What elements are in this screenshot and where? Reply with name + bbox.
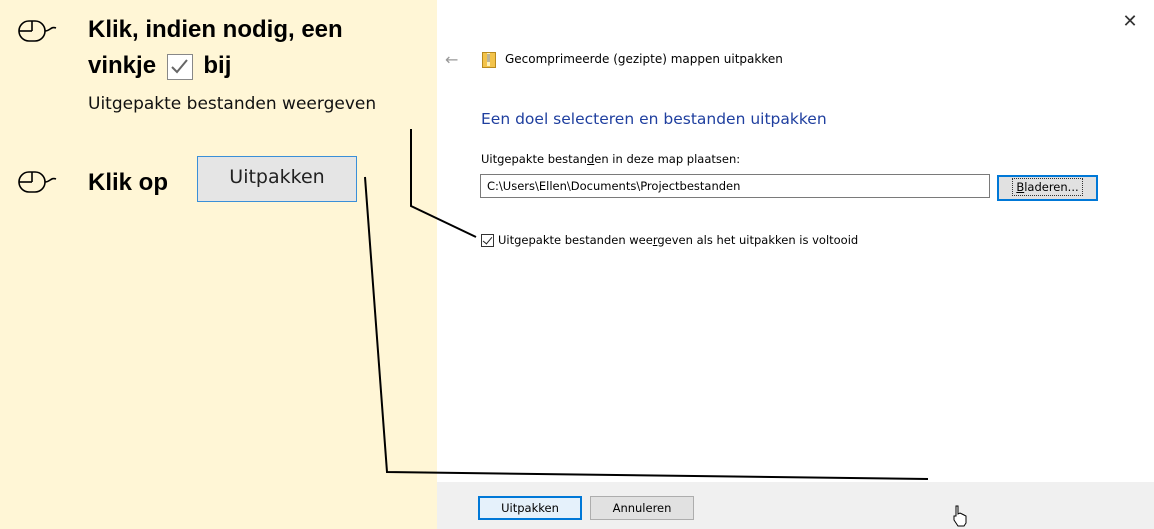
path-label-pre: Uitgepakte bestan xyxy=(481,152,587,166)
checkmark-icon xyxy=(171,59,188,74)
cancel-button[interactable]: Annuleren xyxy=(590,496,694,520)
step1-vinkje-text: vinkje xyxy=(88,52,157,79)
path-label: Uitgepakte bestanden in deze map plaatse… xyxy=(481,152,740,166)
step1-option-text: Uitgepakte bestanden weergeven xyxy=(88,94,377,114)
show-files-checkbox[interactable] xyxy=(481,233,494,247)
extract-dialog: ✕ ← Gecomprimeerde (gezipte) mappen uitp… xyxy=(437,0,1154,529)
dialog-heading: Een doel selecteren en bestanden uitpakk… xyxy=(481,110,827,128)
cursor-icon xyxy=(953,505,967,527)
step1-line1: Klik, indien nodig, een xyxy=(88,16,343,43)
mouse-icon xyxy=(18,171,57,193)
browse-button-label: Bladeren... xyxy=(1012,178,1083,196)
step2-text: Klik op xyxy=(88,169,169,196)
chk-label-pre: Uitgepakte bestanden wee xyxy=(498,233,653,247)
close-icon[interactable]: ✕ xyxy=(1120,12,1140,32)
show-files-checkbox-label[interactable]: Uitgepakte bestanden weergeven als het u… xyxy=(498,233,858,247)
uitpakken-button-illustration: Uitpakken xyxy=(197,156,357,202)
checkbox-illustration xyxy=(166,54,193,80)
show-files-checkbox-row[interactable]: Uitgepakte bestanden weergeven als het u… xyxy=(481,232,858,248)
browse-button[interactable]: Bladeren... xyxy=(997,175,1098,201)
browse-rest: laderen... xyxy=(1024,180,1079,194)
step1-bij-text: bij xyxy=(203,52,232,79)
mouse-icon xyxy=(18,20,57,42)
step1-line2: vinkje bij xyxy=(88,52,231,80)
back-arrow-icon[interactable]: ← xyxy=(445,50,465,70)
destination-path-input[interactable] xyxy=(480,174,990,198)
extract-button[interactable]: Uitpakken xyxy=(478,496,582,520)
dialog-title: Gecomprimeerde (gezipte) mappen uitpakke… xyxy=(505,52,783,66)
instruction-panel: Klik, indien nodig, een vinkje bij Uitge… xyxy=(0,0,430,529)
chk-label-post: geven als het uitpakken is voltooid xyxy=(657,233,859,247)
path-label-post: en in deze map plaatsen: xyxy=(594,152,741,166)
zip-folder-icon xyxy=(482,52,496,68)
